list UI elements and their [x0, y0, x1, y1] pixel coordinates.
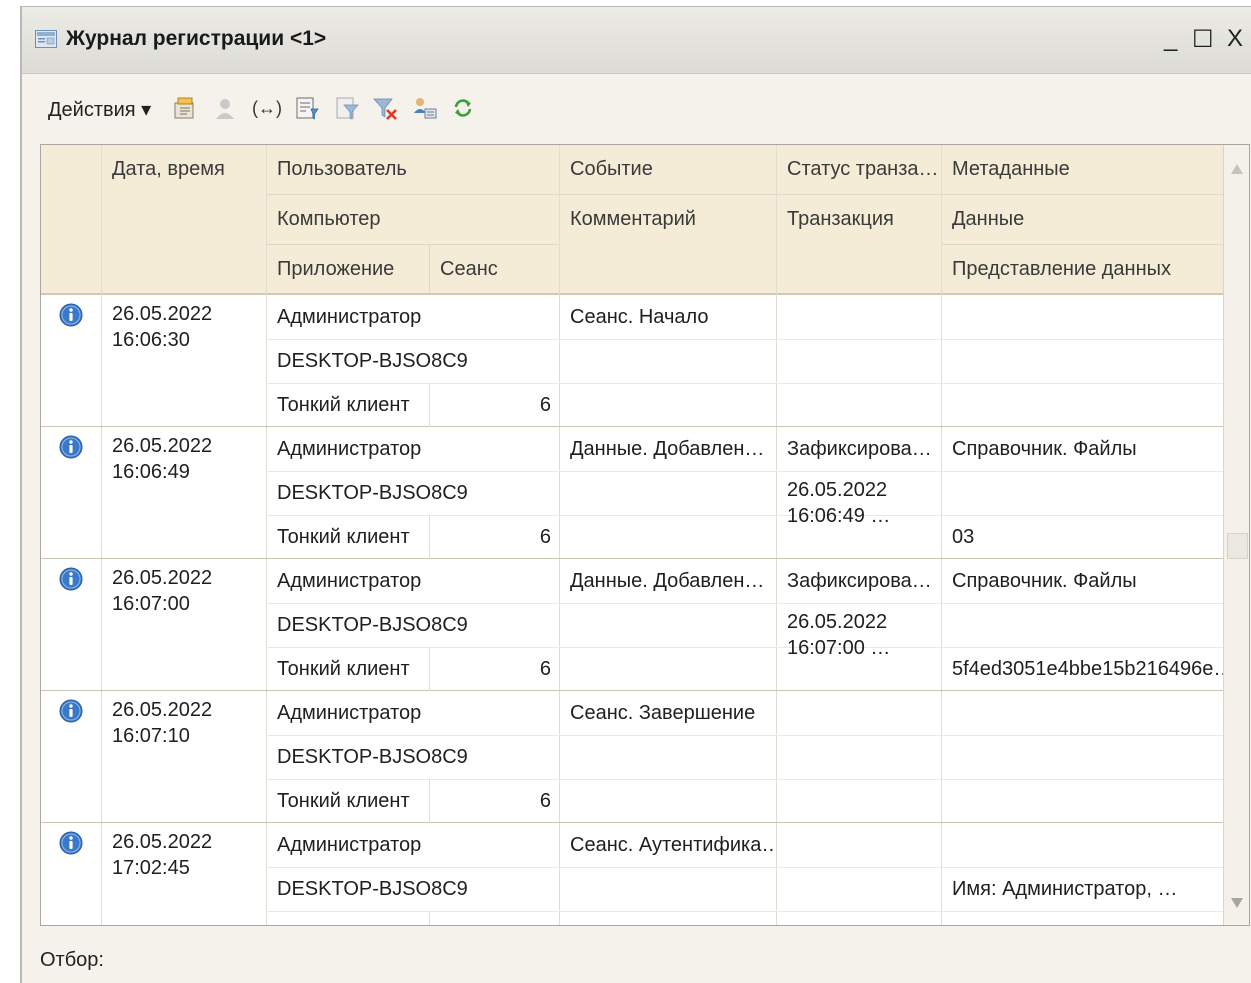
user-name: Администратор — [277, 702, 422, 724]
application-name: Тонкий клиент — [277, 526, 410, 548]
info-icon — [59, 699, 83, 723]
scroll-thumb[interactable] — [1227, 533, 1248, 559]
filter-label: Отбор: — [40, 949, 104, 971]
col-header-event[interactable]: Событие — [559, 145, 653, 193]
transaction-date: 26.05.2022 — [787, 611, 888, 633]
session-number: 6 — [539, 394, 551, 416]
transaction-date: 26.05.2022 — [787, 479, 888, 501]
info-icon — [59, 303, 83, 327]
event-name: Данные. Добавлен… — [570, 438, 765, 460]
window-title: Журнал регистрации <1> — [66, 27, 327, 50]
col-header-transaction[interactable]: Транзакция — [776, 195, 894, 243]
event-date: 26.05.2022 — [112, 303, 213, 325]
session-number: 6 — [539, 658, 551, 680]
users-icon[interactable] — [412, 95, 438, 121]
toolbar: Действия ▾ (↔) — [22, 85, 1251, 131]
event-date: 26.05.2022 — [112, 567, 213, 589]
col-header-comment[interactable]: Комментарий — [559, 195, 696, 243]
user-name: Администратор — [277, 570, 422, 592]
info-icon — [59, 435, 83, 459]
col-header-computer[interactable]: Компьютер — [266, 195, 381, 243]
transaction-time: 16:06:49 … — [787, 505, 891, 527]
journal-window: Журнал регистрации <1> _ ☐ X Действия ▾ … — [20, 6, 1251, 983]
event-date: 26.05.2022 — [112, 831, 213, 853]
maximize-button[interactable]: ☐ — [1192, 25, 1214, 54]
interval-icon[interactable]: (↔) — [252, 95, 282, 121]
computer-name: DESKTOP-BJSO8C9 — [277, 614, 468, 636]
event-time: 17:02:45 — [112, 857, 190, 879]
event-time: 16:07:00 — [112, 593, 190, 615]
refresh-icon[interactable] — [450, 95, 476, 121]
application-name: Т… — [266, 911, 429, 925]
header-divider — [429, 245, 430, 293]
col-header-data-repr[interactable]: Представление данных — [941, 245, 1171, 293]
header-divider — [266, 194, 1223, 195]
filter-icon[interactable] — [334, 95, 360, 121]
col-header-data[interactable]: Данные — [941, 195, 1024, 243]
application-name: Тонкий клиент — [277, 790, 410, 812]
info-icon — [59, 567, 83, 591]
computer-name: DESKTOP-BJSO8C9 — [277, 746, 468, 768]
data-value: Имя: Администратор, … — [952, 878, 1178, 900]
event-log-table[interactable]: Дата, время Пользователь Компьютер Прило… — [40, 144, 1250, 926]
data-representation: 03 — [952, 526, 975, 548]
event-name: Данные. Добавлен… — [570, 570, 765, 592]
scroll-down-arrow-icon[interactable] — [1230, 897, 1244, 909]
application-name: Тонкий клиент — [277, 394, 410, 416]
transaction-status: Зафиксирова… — [787, 438, 932, 460]
data-representation: 5f4ed3051e4bbe15b216496e… — [952, 658, 1223, 680]
event-name: Сеанс. Аутентифика… — [570, 834, 776, 856]
scroll-up-arrow-icon[interactable] — [1230, 163, 1244, 175]
application-name: Тонкий клиент — [277, 658, 410, 680]
find-user-icon[interactable] — [212, 95, 238, 121]
col-header-application[interactable]: Приложение — [266, 245, 394, 293]
metadata-value: Справочник. Файлы — [952, 438, 1137, 460]
col-header-datetime[interactable]: Дата, время — [101, 145, 225, 193]
filter-settings-icon[interactable] — [294, 95, 320, 121]
col-header-status[interactable]: Статус транза… — [776, 145, 939, 193]
computer-name: DESKTOP-BJSO8C9 — [277, 878, 468, 900]
title-bar[interactable]: Журнал регистрации <1> _ ☐ X — [22, 7, 1251, 74]
event-date: 26.05.2022 — [112, 435, 213, 457]
event-name: Сеанс. Завершение — [570, 702, 756, 724]
vertical-scrollbar[interactable] — [1223, 145, 1249, 925]
computer-name: DESKTOP-BJSO8C9 — [277, 350, 468, 372]
event-time: 16:06:30 — [112, 329, 190, 351]
setup-list-icon[interactable] — [172, 95, 198, 121]
journal-icon — [35, 30, 57, 48]
col-header-user[interactable]: Пользователь — [266, 145, 407, 193]
transaction-status: Зафиксирова… — [787, 570, 932, 592]
user-name: Администратор — [277, 834, 422, 856]
transaction-time: 16:07:00 … — [787, 637, 891, 659]
clear-filter-icon[interactable] — [372, 95, 398, 121]
event-time: 16:06:49 — [112, 461, 190, 483]
header-divider — [941, 244, 1223, 245]
user-name: Администратор — [277, 306, 422, 328]
col-header-metadata[interactable]: Метаданные — [941, 145, 1070, 193]
close-button[interactable]: X — [1227, 25, 1243, 53]
session-number: 6 — [429, 911, 551, 925]
session-number: 6 — [539, 526, 551, 548]
minimize-button[interactable]: _ — [1164, 25, 1177, 53]
user-name: Администратор — [277, 438, 422, 460]
metadata-value: Справочник. Файлы — [952, 570, 1137, 592]
event-time: 16:07:10 — [112, 725, 190, 747]
session-number: 6 — [539, 790, 551, 812]
computer-name: DESKTOP-BJSO8C9 — [277, 482, 468, 504]
event-name: Сеанс. Начало — [570, 306, 709, 328]
actions-menu-button[interactable]: Действия ▾ — [48, 97, 151, 122]
info-icon — [59, 831, 83, 855]
event-date: 26.05.2022 — [112, 699, 213, 721]
col-header-session[interactable]: Сеанс — [429, 245, 498, 293]
header-divider — [266, 244, 559, 245]
